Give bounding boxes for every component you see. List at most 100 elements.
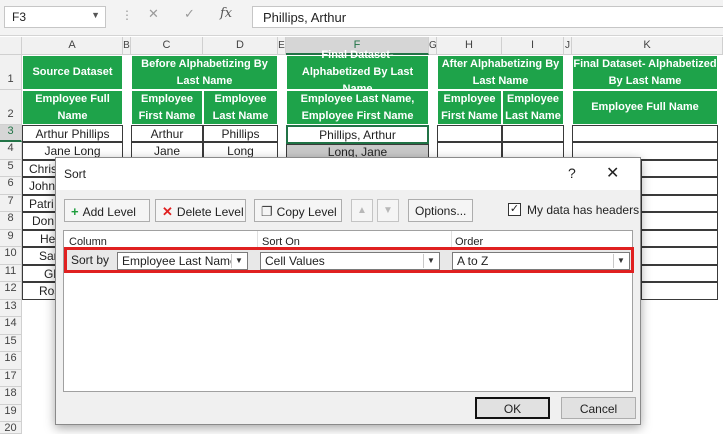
row-header[interactable]: 2 [0, 90, 22, 125]
header-cell[interactable]: Employee Last Name [502, 90, 564, 125]
empty-cell[interactable] [502, 125, 564, 142]
data-cell[interactable]: Phillips [203, 125, 278, 142]
data-cell[interactable]: Chris [22, 160, 57, 177]
column-header[interactable]: E [278, 37, 286, 55]
name-box[interactable]: F3 ▼ [4, 6, 106, 28]
chevron-down-icon[interactable]: ▼ [613, 254, 628, 268]
order-value: A to Z [457, 254, 489, 268]
empty-cell[interactable] [437, 125, 502, 142]
column-header[interactable]: K [572, 37, 723, 55]
column-header[interactable]: I [502, 37, 564, 55]
empty-cell[interactable] [641, 265, 718, 282]
sort-column-select[interactable]: Employee Last Name, ▼ [117, 252, 248, 270]
row-header[interactable]: 8 [0, 212, 22, 230]
row-header[interactable]: 6 [0, 177, 22, 195]
row-header[interactable]: 11 [0, 265, 22, 282]
data-cell[interactable]: He [22, 230, 56, 247]
header-cell[interactable]: Employee Full Name [22, 90, 123, 125]
enter-check-icon[interactable]: ✓ [184, 6, 195, 22]
row-header[interactable]: 17 [0, 370, 22, 387]
row-header[interactable]: 4 [0, 142, 22, 160]
sort-level-row[interactable]: Sort by Employee Last Name, ▼ Cell Value… [64, 247, 634, 273]
header-cell[interactable]: Before Alphabetizing By Last Name [131, 55, 278, 90]
column-header[interactable]: H [437, 37, 502, 55]
move-up-button[interactable]: ▲ [351, 199, 373, 222]
column-header[interactable]: D [203, 37, 278, 55]
row-header[interactable]: 5 [0, 160, 22, 177]
dialog-titlebar[interactable]: Sort ? ✕ [56, 158, 640, 190]
header-cell[interactable]: Final Dataset- Alphabetized By Last Name [572, 55, 718, 90]
header-cell[interactable]: Final Dataset- Alphabetized By Last Name [286, 49, 429, 95]
chevron-down-icon[interactable]: ▼ [231, 254, 246, 268]
sort-column-value: Employee Last Name, [122, 254, 241, 268]
separator-dots-icon: ⋮ [121, 8, 133, 22]
data-cell[interactable]: Patri [22, 195, 56, 212]
help-icon[interactable]: ? [568, 165, 576, 181]
name-box-value: F3 [12, 10, 27, 24]
row-header[interactable]: 10 [0, 247, 22, 265]
header-cell[interactable]: Employee Full Name [572, 90, 718, 125]
column-header[interactable]: B [123, 37, 131, 55]
empty-cell[interactable] [641, 160, 718, 177]
row-header[interactable]: 12 [0, 282, 22, 300]
chevron-down-icon[interactable]: ▼ [423, 254, 438, 268]
data-cell[interactable]: Ros [22, 282, 60, 300]
add-level-label: Add Level [82, 205, 136, 219]
headers-checkbox-label[interactable]: My data has headers [527, 203, 639, 217]
copy-level-button[interactable]: ❐ Copy Level [254, 199, 342, 222]
insert-function-icon[interactable]: fx [220, 6, 232, 21]
row-header[interactable]: 19 [0, 405, 22, 422]
empty-cell[interactable] [641, 247, 718, 265]
row-header[interactable]: 14 [0, 317, 22, 335]
formula-input[interactable]: Phillips, Arthur [252, 6, 723, 28]
options-button[interactable]: Options... [408, 199, 473, 222]
delete-level-label: Delete Level [176, 205, 244, 219]
row-header-selected[interactable]: 3 [0, 125, 22, 142]
header-cell[interactable]: Employee Last Name, Employee First Name [286, 90, 429, 125]
data-cell[interactable]: Sar [22, 247, 58, 265]
headers-checkbox[interactable]: ✓ [508, 203, 521, 216]
column-header[interactable]: A [22, 37, 123, 55]
empty-cell[interactable] [641, 177, 718, 195]
row-header[interactable]: 1 [0, 55, 22, 90]
row-header[interactable]: 18 [0, 387, 22, 405]
cancel-icon[interactable]: ✕ [148, 6, 159, 22]
data-cell[interactable]: Johnn [22, 177, 62, 195]
order-select[interactable]: A to Z ▼ [452, 252, 630, 270]
chevron-down-icon[interactable]: ▼ [91, 10, 100, 20]
cancel-button[interactable]: Cancel [561, 397, 636, 419]
row-header[interactable]: 13 [0, 300, 22, 317]
row-header[interactable]: 20 [0, 422, 22, 434]
select-all-corner[interactable] [0, 37, 22, 55]
header-cell[interactable]: Employee Last Name [203, 90, 278, 125]
header-cell[interactable]: Employee First Name [437, 90, 502, 125]
row-header[interactable]: 9 [0, 230, 22, 247]
header-cell[interactable]: After Alphabetizing By Last Name [437, 55, 564, 90]
data-cell[interactable]: Arthur [131, 125, 203, 142]
divider [257, 231, 258, 247]
row-header[interactable]: 16 [0, 352, 22, 370]
close-icon[interactable]: ✕ [606, 163, 619, 183]
data-cell[interactable]: Gl [22, 265, 56, 282]
empty-cell[interactable] [641, 195, 718, 212]
column-header[interactable]: C [131, 37, 203, 55]
row-header[interactable]: 15 [0, 335, 22, 352]
arrow-up-icon: ▲ [357, 205, 367, 216]
data-cell[interactable]: Arthur Phillips [22, 125, 123, 142]
header-cell[interactable]: Source Dataset [22, 55, 123, 90]
header-cell[interactable]: Employee First Name [131, 90, 203, 125]
data-cell[interactable]: Don [22, 212, 56, 230]
move-down-button[interactable]: ▼ [377, 199, 399, 222]
sort-on-select[interactable]: Cell Values ▼ [260, 252, 440, 270]
ok-button[interactable]: OK [475, 397, 550, 419]
empty-cell[interactable] [572, 125, 718, 142]
row-header[interactable]: 7 [0, 195, 22, 212]
column-header[interactable]: J [564, 37, 572, 55]
add-level-button[interactable]: + Add Level [64, 199, 150, 222]
empty-cell[interactable] [641, 282, 718, 300]
empty-cell[interactable] [641, 212, 718, 230]
column-header[interactable]: G [429, 37, 437, 55]
active-cell[interactable]: Phillips, Arthur [286, 125, 429, 144]
empty-cell[interactable] [641, 230, 718, 247]
delete-level-button[interactable]: ✕ Delete Level [155, 199, 246, 222]
